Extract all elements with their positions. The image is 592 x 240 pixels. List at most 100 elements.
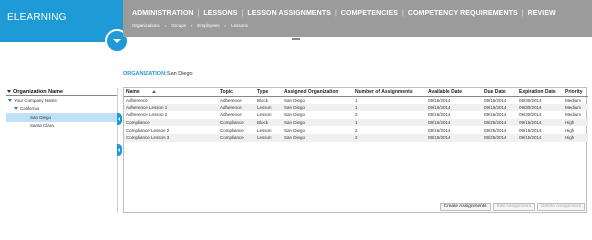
nav-review[interactable]: REVIEW xyxy=(528,10,556,17)
table-row[interactable]: Adherence Lesson 1 Adherence Lesson San … xyxy=(124,103,588,112)
subnav-employees[interactable]: Employees xyxy=(197,23,219,28)
cell-name: Adherence xyxy=(126,97,148,103)
cell-name: Adherence Lesson 1 xyxy=(124,103,218,112)
cell-assigned-organization: San Diego xyxy=(284,127,306,133)
chevron-left-icon xyxy=(118,117,120,121)
cell-expiration-date: 09/30/2014 xyxy=(519,112,542,118)
cell-type: Lesson xyxy=(255,133,282,142)
expand-caret-icon[interactable] xyxy=(8,98,12,102)
tree-item-california[interactable]: California xyxy=(6,105,117,114)
cell-available-date: 09/16/2014 xyxy=(428,112,451,118)
cell-due-date: 08/25/2014 xyxy=(482,133,517,142)
cell-expiration-date: 09/15/2014 xyxy=(517,133,563,142)
nav-administration[interactable]: ADMINISTRATION xyxy=(132,10,194,17)
menu-divider: | xyxy=(402,10,404,17)
cell-number-of-assignments: 2 xyxy=(353,133,426,142)
bullet-icon: ▪ xyxy=(164,23,167,28)
cell-type: Lesson xyxy=(255,103,282,112)
cell-expiration-date: 09/15/2014 xyxy=(517,118,563,127)
table-row[interactable]: Compliance Compliance Block San Diego 1 … xyxy=(124,118,588,127)
menu-divider: | xyxy=(241,10,244,17)
column-header-due-date[interactable]: Due Date xyxy=(482,88,517,97)
cell-available-date: 08/15/2014 xyxy=(428,127,451,133)
drag-handle-icon[interactable] xyxy=(292,38,300,40)
subnav-lessons[interactable]: Lessons xyxy=(231,23,248,28)
tree-item-san-diego[interactable]: San Diego xyxy=(6,113,117,122)
app-title: ELEARNING xyxy=(7,12,67,23)
nav-lessons[interactable]: LESSONS xyxy=(203,10,237,17)
column-header-type[interactable]: Type xyxy=(255,88,282,97)
organization-heading: ORGANIZATION:San Diego xyxy=(123,71,193,77)
collapse-panel-button[interactable] xyxy=(117,113,122,125)
cell-expiration-date: 09/30/2014 xyxy=(517,103,563,112)
cell-available-date: 09/16/2014 xyxy=(428,97,451,103)
cell-assigned-organization: San Diego xyxy=(284,112,306,118)
cell-topic: Adherence xyxy=(218,103,255,112)
assignments-grid: Name Topic Type Assigned Organization Nu… xyxy=(123,87,588,213)
table-row[interactable]: Compliance Lesson 3 Compliance Lesson Sa… xyxy=(124,133,588,142)
cell-assigned-organization: San Diego xyxy=(284,97,306,103)
tree-item-label: Your Company Name xyxy=(14,97,57,103)
nav-competencies[interactable]: COMPETENCIES xyxy=(341,10,398,17)
cell-name: Compliance Lesson 2 xyxy=(126,127,170,133)
cell-available-date: 08/15/2014 xyxy=(426,118,482,127)
column-header-topic[interactable]: Topic xyxy=(218,88,255,97)
subnav-organizations[interactable]: Organizations xyxy=(132,23,160,28)
cell-number-of-assignments: 2 xyxy=(355,127,358,133)
delete-assignment-button[interactable]: Delete Assignment xyxy=(537,203,585,211)
brand-header: ELEARNING xyxy=(0,0,123,42)
column-header-number-of-assignments[interactable]: Number of Assignments xyxy=(353,88,426,97)
cell-priority: Medium xyxy=(563,103,588,112)
cell-topic: Compliance xyxy=(218,118,255,127)
tree-item-your-company-name[interactable]: Your Company Name xyxy=(6,96,117,105)
cell-due-date: 09/15/2014 xyxy=(484,97,507,103)
cell-assigned-organization: San Diego xyxy=(282,133,353,142)
organization-value: San Diego xyxy=(166,71,193,77)
organization-label: ORGANIZATION: xyxy=(123,71,167,77)
create-assignments-button[interactable]: Create Assignments xyxy=(439,203,491,211)
menu-divider: | xyxy=(197,10,200,17)
table-row[interactable]: Compliance Lesson 2 Compliance Lesson Sa… xyxy=(124,126,588,134)
cell-due-date: 09/15/2014 xyxy=(482,103,517,112)
cell-due-date: 08/25/2014 xyxy=(482,118,517,127)
expand-caret-icon[interactable] xyxy=(14,107,18,111)
cell-number-of-assignments: 1 xyxy=(353,118,426,127)
sub-menu: Organizations ▪ Groups ▪ Employees ▪ Les… xyxy=(132,23,248,28)
cell-type: Block xyxy=(257,97,269,103)
collapse-icon xyxy=(7,90,11,93)
column-header-expiration-date[interactable]: Expiration Date xyxy=(517,88,563,97)
cell-due-date: 08/25/2014 xyxy=(484,127,507,133)
cell-name: Compliance xyxy=(124,118,218,127)
cell-topic: Adherence xyxy=(220,97,242,103)
tree-item-label: Santa Clara xyxy=(30,123,54,129)
cell-due-date: 09/15/2014 xyxy=(484,112,507,118)
collapse-panel-button[interactable] xyxy=(117,144,122,156)
subnav-groups[interactable]: Groups xyxy=(171,23,186,28)
cell-priority: Medium xyxy=(565,97,582,103)
menu-divider: | xyxy=(334,10,337,17)
cell-priority: High xyxy=(563,118,588,127)
column-header-name[interactable]: Name xyxy=(124,88,218,97)
tree-header-label: Organization Name xyxy=(13,88,64,95)
cell-number-of-assignments: 2 xyxy=(355,112,358,118)
column-header-assigned-organization[interactable]: Assigned Organization xyxy=(282,88,353,97)
column-header-priority[interactable]: Priority xyxy=(563,88,588,97)
cell-number-of-assignments: 1 xyxy=(353,103,426,112)
sort-ascending-icon xyxy=(151,89,156,93)
chevron-down-icon xyxy=(113,39,121,43)
edit-assignment-button[interactable]: Edit Assignment xyxy=(492,203,535,211)
column-header-available-date[interactable]: Available Date xyxy=(426,88,482,97)
cell-expiration-date: 09/15/2014 xyxy=(519,127,542,133)
nav-competency-requirements[interactable]: COMPETENCY REQUIREMENTS xyxy=(408,10,518,17)
table-row[interactable]: Adherence Lesson 2 Adherence Lesson San … xyxy=(124,111,588,119)
table-row[interactable]: Adherence Adherence Block San Diego 1 09… xyxy=(124,96,588,104)
tree-item-santa-clara[interactable]: Santa Clara xyxy=(6,122,117,131)
nav-lesson-assignments[interactable]: LESSON ASSIGNMENTS xyxy=(247,10,331,17)
cell-priority: Medium xyxy=(565,112,582,118)
chevron-left-icon xyxy=(118,148,120,152)
tree-header[interactable]: Organization Name xyxy=(6,88,117,96)
cell-expiration-date: 09/30/2014 xyxy=(519,97,542,103)
assignments-table: Name Topic Type Assigned Organization Nu… xyxy=(124,88,588,142)
cell-type: Lesson xyxy=(257,127,272,133)
cell-name: Compliance Lesson 3 xyxy=(124,133,218,142)
